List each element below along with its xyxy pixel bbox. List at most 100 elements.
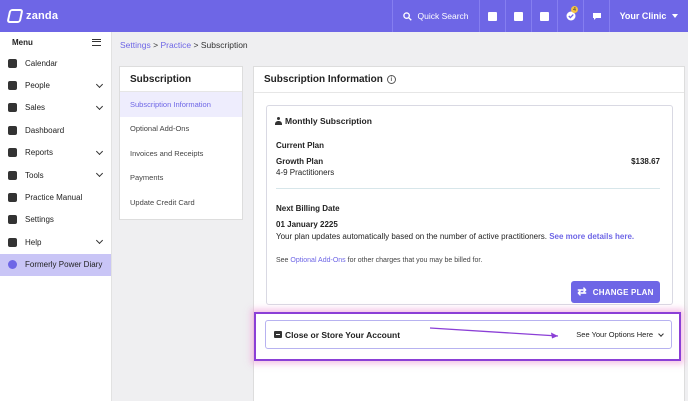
clipboard-icon [514,11,523,21]
sidebar-item-label: Calendar [25,58,58,68]
divider [254,92,684,93]
chevron-down-icon [672,14,679,18]
see-options-label: See Your Options Here [576,330,653,339]
sidebar-item-label: Formerly Power Diary [25,260,103,270]
divider [276,188,660,189]
sidebar-item-label: Settings [25,215,54,225]
plan-range: 4-9 Practitioners [276,168,335,177]
quick-search-button[interactable]: Quick Search [392,0,479,32]
sidebar: Menu Calendar People Sales Dashboard Rep… [0,32,112,401]
change-plan-label: CHANGE PLAN [592,287,654,297]
breadcrumb-separator: > [153,40,159,50]
power-diary-icon [8,260,17,270]
sidebar-item-settings[interactable]: Settings [0,209,111,231]
tasks-button[interactable]: 4 [557,0,583,32]
plan-price: $138.67 [631,157,660,166]
chevron-down-icon [95,147,104,155]
sidebar-item-dashboard[interactable]: Dashboard [0,119,111,141]
sidebar-item-label: Tools [25,170,44,180]
chevron-down-icon [95,80,104,88]
plan-name: Growth Plan [276,157,324,166]
sidebar-item-calendar[interactable]: Calendar [0,52,111,74]
breadcrumb-separator: > [193,40,199,50]
sidebar-item-power-diary[interactable]: Formerly Power Diary [0,253,111,276]
people-icon [8,81,17,91]
subscription-nav: Subscription Subscription Information Op… [119,66,243,220]
close-store-account-title: Close or Store Your Account [274,330,400,340]
subnav-item-subscription-information[interactable]: Subscription Information [120,92,242,117]
sidebar-item-label: Help [25,237,42,247]
clinic-label: Your Clinic [619,11,667,21]
swap-icon: ⇄ [577,285,587,298]
monthly-subscription-title: Monthly Subscription [275,116,372,126]
subnav-item-payments[interactable]: Payments [120,166,242,191]
gear-icon [8,215,17,225]
contacts-button[interactable] [479,0,505,32]
calendar-icon [540,11,549,21]
billing-note: Your plan updates automatically based on… [276,232,634,241]
breadcrumb-practice[interactable]: Practice [160,40,191,50]
menu-label: Menu [12,37,33,47]
chat-icon [592,12,601,20]
breadcrumb-current: Subscription [200,40,248,50]
page-title: Subscription Information i [264,74,396,85]
sidebar-item-tools[interactable]: Tools [0,164,111,186]
search-icon [403,11,413,21]
reports-icon [8,148,17,158]
chevron-down-icon [95,170,104,178]
quick-search-label: Quick Search [417,11,469,21]
sidebar-item-label: People [25,81,50,91]
add-ons-note-prefix: See [276,257,289,264]
clipboard-button[interactable] [505,0,531,32]
subnav-item-optional-add-ons[interactable]: Optional Add-Ons [120,117,242,142]
sidebar-item-label: Sales [25,103,46,113]
next-billing-label: Next Billing Date [276,204,340,213]
sidebar-item-sales[interactable]: Sales [0,97,111,119]
monthly-subscription-card: Monthly Subscription Current Plan Growth… [266,105,673,305]
user-icon [275,117,282,125]
monthly-subscription-title-text: Monthly Subscription [285,116,372,126]
zanda-logo-icon [6,9,24,23]
archive-icon [274,331,282,338]
chevron-down-icon [658,330,664,337]
sidebar-item-practice-manual[interactable]: Practice Manual [0,186,111,208]
current-plan-label: Current Plan [276,141,325,150]
sidebar-item-label: Dashboard [25,125,65,135]
calendar-icon [8,58,17,68]
contacts-icon [488,11,497,21]
chat-button[interactable] [583,0,609,32]
breadcrumb-settings[interactable]: Settings [120,40,151,50]
logo[interactable]: zanda [0,9,58,23]
optional-add-ons-link[interactable]: Optional Add-Ons [290,257,345,264]
clinic-menu-button[interactable]: Your Clinic [609,0,688,32]
subnav-item-update-credit-card[interactable]: Update Credit Card [120,190,242,215]
subscription-nav-title: Subscription [120,67,242,92]
tools-icon [8,170,17,180]
close-store-account-title-text: Close or Store Your Account [285,329,401,340]
menu-header: Menu [0,32,111,52]
hamburger-icon[interactable] [92,38,101,46]
next-billing-date: 01 January 2225 [276,220,338,229]
sidebar-item-reports[interactable]: Reports [0,142,111,164]
sales-icon [8,103,17,113]
see-options-toggle[interactable]: See Your Options Here [576,330,664,339]
sidebar-item-help[interactable]: Help [0,231,111,253]
subnav-item-invoices-and-receipts[interactable]: Invoices and Receipts [120,141,242,166]
info-icon[interactable]: i [386,75,396,84]
top-bar: zanda Quick Search 4 Your Clinic [0,0,688,32]
sidebar-item-people[interactable]: People [0,74,111,96]
sidebar-item-label: Practice Manual [25,193,83,203]
sidebar-item-label: Reports [25,148,54,158]
help-icon [8,237,17,247]
change-plan-button[interactable]: ⇄ CHANGE PLAN [571,281,660,303]
add-ons-note: See Optional Add-Ons for other charges t… [276,257,482,264]
calendar-button[interactable] [531,0,557,32]
breadcrumb: Settings > Practice > Subscription [120,40,248,50]
book-icon [8,193,17,203]
page-title-text: Subscription Information [264,74,383,85]
logo-text: zanda [26,10,59,22]
see-more-details-link[interactable]: See more details here. [549,232,634,241]
billing-note-text: Your plan updates automatically based on… [276,232,547,241]
notification-badge: 4 [571,6,578,13]
add-ons-note-suffix: for other charges that you may be billed… [347,257,483,264]
